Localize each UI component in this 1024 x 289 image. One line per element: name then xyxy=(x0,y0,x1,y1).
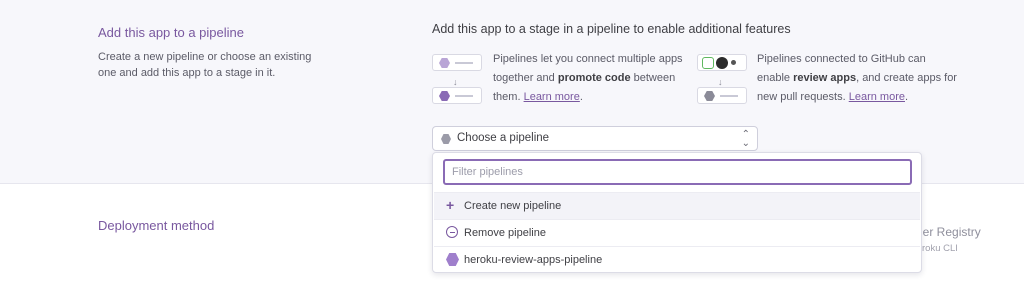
branch-icon xyxy=(702,57,714,69)
pipeline-hex-icon xyxy=(446,253,459,266)
github-review-apps-illustration: ↓ xyxy=(697,54,749,106)
learn-more-github-link[interactable]: Learn more xyxy=(849,91,905,103)
chevron-up-down-icon: ⌃ ⌄ xyxy=(741,129,750,149)
option-label: Create new pipeline xyxy=(464,200,562,212)
container-registry-option-title[interactable]: ner Registry xyxy=(916,225,981,239)
pipeline-section-title: Add this app to a pipeline xyxy=(98,25,244,40)
option-label: Remove pipeline xyxy=(464,227,546,239)
app-card xyxy=(432,54,482,71)
option-label: heroku-review-apps-pipeline xyxy=(464,254,603,266)
app-hex-icon xyxy=(704,91,715,101)
pipeline-select[interactable]: Choose a pipeline ⌃ ⌄ xyxy=(432,126,758,151)
pipeline-promote-illustration: ↓ xyxy=(432,54,484,106)
plus-icon: + xyxy=(446,197,455,213)
github-icon xyxy=(716,57,728,69)
pipeline-select-label: Choose a pipeline xyxy=(457,132,550,144)
pipeline-option-heroku-review-apps[interactable]: heroku-review-apps-pipeline xyxy=(434,246,920,273)
github-card xyxy=(697,54,747,71)
learn-more-pipelines-link[interactable]: Learn more xyxy=(524,91,580,103)
remove-pipeline-option[interactable]: Remove pipeline xyxy=(434,219,920,246)
pipeline-dropdown: + Create new pipeline Remove pipeline he… xyxy=(432,152,922,273)
feature-pipelines-text: Pipelines let you connect multiple apps … xyxy=(493,53,683,103)
pipeline-stage-heading: Add this app to a stage in a pipeline to… xyxy=(432,22,791,36)
feature-github-text: Pipelines connected to GitHub can enable… xyxy=(757,53,957,103)
app-card xyxy=(697,87,747,104)
dot-icon xyxy=(731,60,736,65)
arrow-down-icon: ↓ xyxy=(453,77,458,87)
arrow-down-icon: ↓ xyxy=(718,77,723,87)
deployment-section-title: Deployment method xyxy=(98,218,215,233)
pipeline-hex-icon xyxy=(441,134,451,144)
create-new-pipeline-option[interactable]: + Create new pipeline xyxy=(434,192,920,219)
filter-pipelines-input[interactable] xyxy=(443,159,912,185)
app-hex-icon xyxy=(439,58,450,68)
pipeline-section-description: Create a new pipeline or choose an exist… xyxy=(98,51,312,79)
container-registry-option-subtitle: roku CLI xyxy=(922,243,958,254)
app-hex-icon xyxy=(439,91,450,101)
app-card xyxy=(432,87,482,104)
minus-circle-icon xyxy=(446,226,458,238)
